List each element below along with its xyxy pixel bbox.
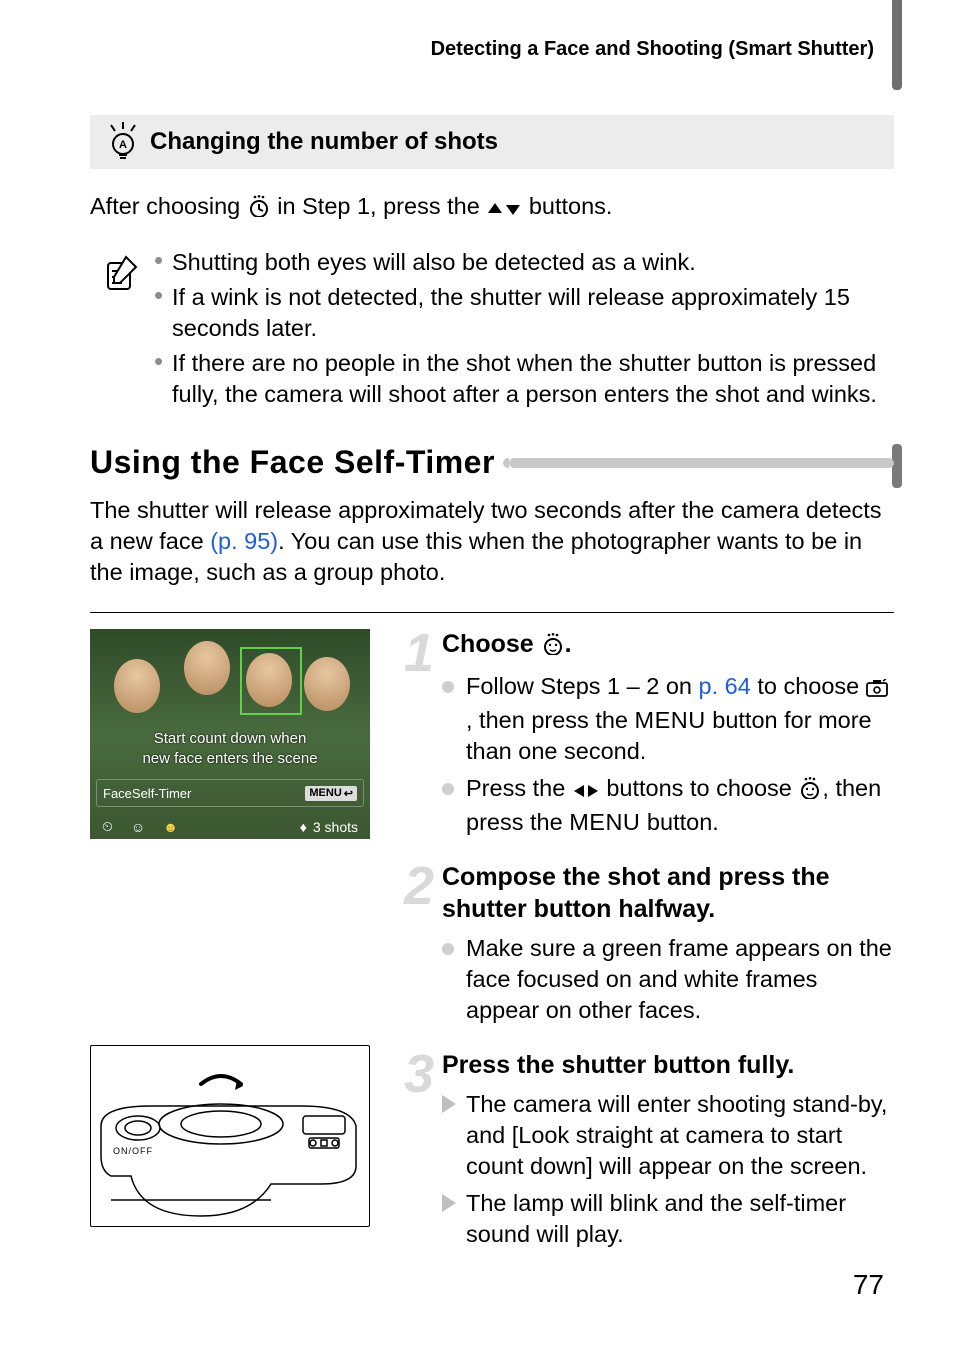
note-item: Shutting both eyes will also be detected… xyxy=(154,247,894,278)
tip-instruction: After choosing in Step 1, press the butt… xyxy=(90,191,894,225)
step-sub-item: Follow Steps 1 – 2 on p. 64 to choose , … xyxy=(442,671,894,767)
page: Detecting a Face and Shooting (Smart Shu… xyxy=(0,0,954,1345)
lcd-mode-bar: FaceSelf-Timer MENU ↩ xyxy=(96,779,364,807)
step-sub-item: Make sure a green frame appears on the f… xyxy=(442,933,894,1026)
svg-text:A: A xyxy=(119,139,127,151)
step-number: 2 xyxy=(404,868,442,1040)
step-sub-list: Make sure a green frame appears on the f… xyxy=(442,933,894,1026)
heading-rule xyxy=(509,458,894,468)
step-title-text: . xyxy=(565,630,572,658)
lcd-mode-label: FaceSelf-Timer xyxy=(103,786,191,801)
text: Press the xyxy=(466,775,572,801)
page-ref-link[interactable]: (p. 95) xyxy=(210,528,278,554)
face xyxy=(184,641,230,695)
lcd-message-line: new face enters the scene xyxy=(90,749,370,769)
step-sub-list: The camera will enter shooting stand-by,… xyxy=(442,1089,894,1250)
thumb-tab-top xyxy=(892,0,902,90)
shots-label: 3 shots xyxy=(313,819,358,835)
face-self-timer-icon: ☻ xyxy=(163,819,178,835)
figure-column: Start count down when new face enters th… xyxy=(90,629,378,1274)
result-arrow-icon xyxy=(442,1095,456,1113)
page-number: 77 xyxy=(853,1269,884,1301)
face-self-timer-icon xyxy=(541,632,565,663)
section-heading: Using the Face Self-Timer xyxy=(90,444,894,481)
running-head: Detecting a Face and Shooting (Smart Shu… xyxy=(90,38,894,61)
thumb-tab-side xyxy=(892,444,902,488)
step-sub-list: Follow Steps 1 – 2 on p. 64 to choose , … xyxy=(442,671,894,838)
pencil-note-icon xyxy=(90,247,154,414)
lcd-message: Start count down when new face enters th… xyxy=(90,729,370,768)
text: Follow Steps 1 – 2 on xyxy=(466,673,699,699)
step-number: 3 xyxy=(404,1056,442,1264)
camera-lcd-screenshot: Start count down when new face enters th… xyxy=(90,629,370,839)
step-3: 3 Press the shutter button fully. The ca… xyxy=(404,1050,894,1264)
camera-top-diagram: ON/OFF xyxy=(90,1045,370,1227)
tip-title: Changing the number of shots xyxy=(150,128,498,156)
focus-frame xyxy=(240,647,302,715)
text: , then press the xyxy=(466,707,635,733)
steps-column: 1 Choose . Follow Steps 1 – 2 on p. 64 t… xyxy=(404,629,894,1274)
wink-timer-icon xyxy=(247,194,271,225)
face xyxy=(304,657,350,711)
step-number: 1 xyxy=(404,635,442,852)
result-arrow-icon xyxy=(442,1194,456,1212)
lcd-icon-row: ⏲ ☺ ☻ ♦ 3 shots xyxy=(96,818,364,835)
shots-indicator: ♦ 3 shots xyxy=(300,819,358,835)
note-item: If a wink is not detected, the shutter w… xyxy=(154,282,894,344)
lightbulb-icon: A xyxy=(96,122,150,162)
step-1: 1 Choose . Follow Steps 1 – 2 on p. 64 t… xyxy=(404,629,894,852)
section-intro: The shutter will release approximately t… xyxy=(90,495,894,588)
text: The camera will enter shooting stand-by,… xyxy=(466,1091,887,1179)
menu-button-label: MENU xyxy=(569,809,640,835)
onoff-label: ON/OFF xyxy=(113,1146,153,1156)
step-2: 2 Compose the shot and press the shutter… xyxy=(404,862,894,1040)
text: buttons to choose xyxy=(600,775,799,801)
face xyxy=(114,659,160,713)
text: The lamp will blink and the self-timer s… xyxy=(466,1190,846,1247)
two-column-layout: Start count down when new face enters th… xyxy=(90,629,894,1274)
bullet-dot-icon xyxy=(442,943,454,955)
face-self-timer-icon xyxy=(798,776,822,807)
left-right-icon xyxy=(572,776,600,807)
menu-button-label: MENU xyxy=(635,707,706,733)
step-title: Press the shutter button fully. xyxy=(442,1050,894,1081)
bullet-dot-icon xyxy=(442,783,454,795)
menu-back-badge: MENU ↩ xyxy=(305,786,357,801)
text: Make sure a green frame appears on the f… xyxy=(466,935,892,1023)
note-item: If there are no people in the shot when … xyxy=(154,348,894,410)
smart-shutter-icon xyxy=(866,674,888,705)
step-sub-item: The lamp will blink and the self-timer s… xyxy=(442,1188,894,1250)
smile-timer-icon: ☺ xyxy=(131,819,145,835)
text: button. xyxy=(640,809,718,835)
up-down-small-icon: ♦ xyxy=(300,819,307,835)
menu-text: MENU xyxy=(309,787,341,799)
page-ref-link[interactable]: p. 64 xyxy=(699,673,751,699)
note-block: Shutting both eyes will also be detected… xyxy=(90,247,894,414)
step-title: Compose the shot and press the shutter b… xyxy=(442,862,894,925)
step-sub-item: The camera will enter shooting stand-by,… xyxy=(442,1089,894,1182)
bullet-dot-icon xyxy=(442,681,454,693)
timer-icon: ⏲ xyxy=(102,818,113,835)
note-list: Shutting both eyes will also be detected… xyxy=(154,247,894,414)
tip-text-end: buttons. xyxy=(522,193,612,219)
tip-text-mid: in Step 1, press the xyxy=(271,193,487,219)
step-title-text: Choose xyxy=(442,630,541,658)
lcd-message-line: Start count down when xyxy=(90,729,370,749)
step-title: Choose . xyxy=(442,629,894,663)
text: to choose xyxy=(751,673,866,699)
section-title: Using the Face Self-Timer xyxy=(90,444,495,481)
tip-bar: A Changing the number of shots xyxy=(90,115,894,169)
separator xyxy=(90,612,894,613)
tip-text-before: After choosing xyxy=(90,193,247,219)
up-down-icon xyxy=(486,194,522,225)
step-sub-item: Press the buttons to choose , then press… xyxy=(442,773,894,838)
